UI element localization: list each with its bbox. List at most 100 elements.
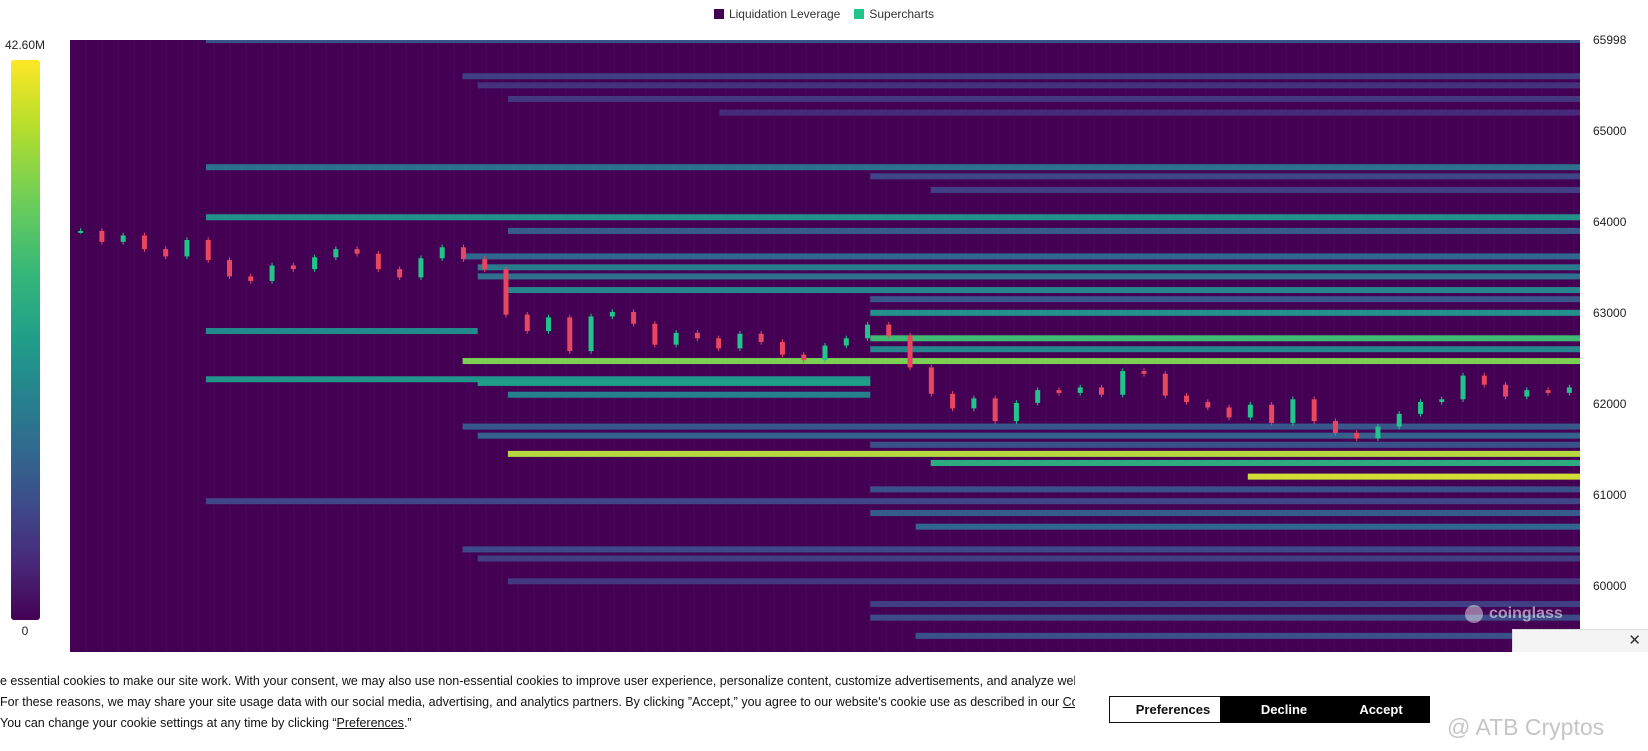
- liquidation-band: [462, 358, 1580, 365]
- liquidation-band: [915, 523, 1580, 530]
- liquidation-band: [870, 510, 1580, 517]
- price-candle: [1460, 375, 1466, 400]
- cookie-close-tab: ✕: [1512, 629, 1648, 653]
- price-candle: [418, 258, 424, 278]
- price-candle: [1481, 375, 1487, 385]
- y-tick-label: 63000: [1593, 305, 1627, 320]
- decline-button[interactable]: Decline: [1220, 696, 1348, 723]
- cookie-line-3: You can change your cookie settings at a…: [0, 713, 1075, 734]
- legend-item-liquidation-leverage[interactable]: Liquidation Leverage: [713, 7, 841, 21]
- price-candle: [397, 269, 403, 278]
- price-candle: [1396, 413, 1402, 427]
- liquidation-band: [205, 214, 1580, 221]
- price-candle: [503, 269, 509, 315]
- price-candle: [269, 265, 275, 281]
- preferences-button[interactable]: Preferences: [1109, 696, 1237, 723]
- y-tick-label: 65998: [1593, 33, 1627, 47]
- price-candle: [163, 249, 169, 257]
- price-candle: [865, 324, 871, 339]
- liquidation-band: [719, 109, 1580, 116]
- close-icon[interactable]: ✕: [1628, 631, 1641, 649]
- liquidation-band: [870, 296, 1580, 303]
- coinglass-watermark: coinglass: [1465, 605, 1563, 623]
- price-candle: [460, 247, 466, 260]
- price-candle: [673, 332, 679, 345]
- price-candle: [588, 316, 594, 352]
- liquidation-band: [930, 459, 1580, 466]
- coinglass-logo-icon: [1465, 605, 1483, 623]
- price-candle: [99, 230, 105, 242]
- price-candle: [1056, 390, 1062, 393]
- price-candle: [992, 398, 998, 422]
- price-candle: [290, 265, 296, 270]
- liquidation-band: [507, 450, 1580, 457]
- price-candle: [205, 240, 211, 261]
- price-candle: [1035, 390, 1041, 403]
- liquidation-band: [462, 73, 1580, 80]
- price-candle: [1247, 404, 1253, 418]
- chart-legend: Liquidation Leverage Supercharts: [0, 4, 1648, 24]
- legend-label: Liquidation Leverage: [728, 7, 841, 21]
- price-candle: [1439, 399, 1445, 402]
- liquidation-band: [477, 264, 1580, 271]
- y-tick-label: 64000: [1593, 214, 1627, 229]
- price-candle: [758, 333, 764, 342]
- price-candle: [312, 257, 318, 270]
- liquidation-band: [205, 498, 1580, 505]
- price-candle: [227, 260, 233, 277]
- liquidation-band: [477, 555, 1580, 562]
- liquidation-band: [205, 40, 1580, 43]
- legend-item-supercharts[interactable]: Supercharts: [854, 7, 934, 21]
- liquidation-band: [477, 273, 1580, 280]
- price-candle: [567, 317, 573, 352]
- cookie-text: e essential cookies to make our site wor…: [0, 671, 1075, 734]
- liquidation-band: [507, 391, 871, 398]
- price-candle: [184, 240, 190, 257]
- price-candle: [1417, 401, 1423, 414]
- price-candle: [1120, 371, 1126, 395]
- price-candle: [652, 323, 658, 345]
- cookie-line-2: For these reasons, we may share your sit…: [0, 692, 1075, 713]
- price-candle: [354, 249, 360, 254]
- price-candle: [801, 354, 807, 361]
- source-credit-text: @ ATB Cryptos: [1447, 714, 1605, 740]
- price-candle: [886, 324, 892, 336]
- price-candle: [609, 311, 615, 317]
- liquidation-band: [870, 346, 1580, 353]
- price-candle: [694, 332, 700, 339]
- cookie-line-2-text: For these reasons, we may share your sit…: [0, 695, 1063, 709]
- legend-swatch-liquidation-leverage: [713, 9, 724, 19]
- price-candle: [971, 398, 977, 409]
- color-scale-min-label: 0: [21, 624, 29, 638]
- liquidation-band: [462, 423, 1580, 430]
- liquidation-band: [915, 632, 1580, 639]
- price-candle: [779, 341, 785, 355]
- price-candle: [631, 311, 637, 324]
- legend-swatch-supercharts: [854, 9, 865, 19]
- price-candle: [950, 393, 956, 409]
- liquidation-band: [205, 164, 1580, 171]
- price-candle: [248, 276, 254, 281]
- liquidation-band: [477, 379, 871, 386]
- liquidation-band: [930, 186, 1580, 193]
- price-candle: [1566, 387, 1572, 393]
- cookie-policy-link[interactable]: Cookie: [1063, 695, 1075, 709]
- price-candle: [1077, 387, 1083, 393]
- watermark-text: coinglass: [1489, 605, 1563, 622]
- price-candle: [1290, 399, 1296, 423]
- price-candle: [524, 314, 530, 332]
- source-credit: @ ATB Cryptos: [1447, 714, 1604, 741]
- price-candle: [333, 249, 339, 258]
- price-candle: [1332, 421, 1338, 433]
- cookie-line-3-end: .”: [403, 716, 412, 730]
- liquidation-band: [205, 328, 478, 335]
- preferences-link[interactable]: Preferences: [337, 716, 404, 730]
- price-candle: [1141, 371, 1147, 374]
- price-candle: [1503, 384, 1509, 397]
- accept-button[interactable]: Accept: [1332, 696, 1430, 723]
- liquidation-band: [462, 546, 1580, 553]
- liquidation-band: [870, 335, 1580, 342]
- liquidation-heatmap[interactable]: [70, 40, 1580, 652]
- liquidation-band: [462, 253, 1580, 260]
- price-candle: [439, 247, 445, 259]
